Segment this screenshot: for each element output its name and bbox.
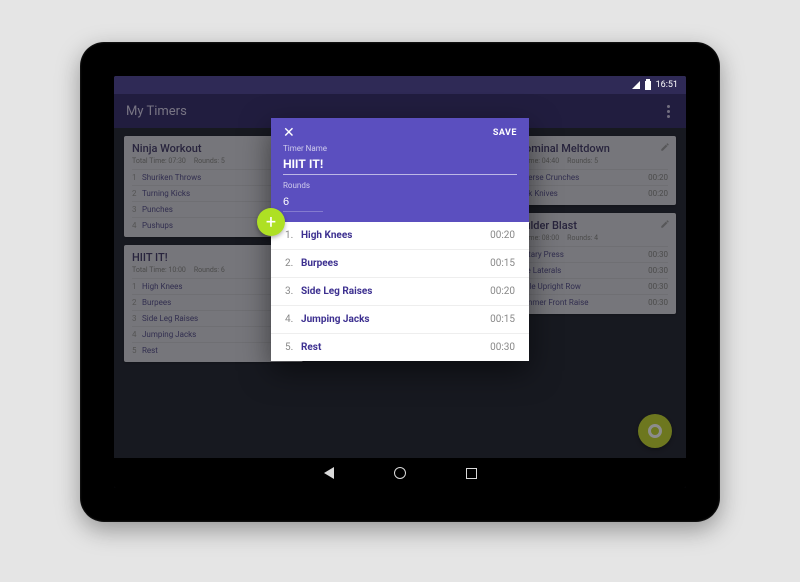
rounds-label: Rounds (283, 181, 517, 190)
save-button[interactable]: SAVE (493, 128, 517, 138)
home-icon[interactable] (394, 467, 406, 479)
status-time: 16:51 (656, 80, 678, 90)
edit-timer-dialog: ✕ SAVE Timer Name Rounds + 1.High Knees0… (271, 118, 529, 361)
back-icon[interactable] (324, 467, 334, 479)
rounds-input[interactable] (283, 194, 323, 212)
interval-row[interactable]: 3.Side Leg Raises00:20 (271, 277, 529, 305)
close-button[interactable]: ✕ (283, 126, 295, 140)
battery-icon (645, 81, 651, 90)
interval-row[interactable]: 2.Burpees00:15 (271, 249, 529, 277)
interval-row[interactable]: 4.Jumping Jacks00:15 (271, 305, 529, 333)
tablet-frame: 16:51 My Timers Ninja Workout Total Time… (80, 42, 720, 522)
screen: 16:51 My Timers Ninja Workout Total Time… (114, 76, 686, 488)
recents-icon[interactable] (466, 468, 477, 479)
add-interval-fab[interactable]: + (257, 208, 285, 236)
interval-row[interactable]: 5.Rest00:30 (271, 333, 529, 361)
status-bar: 16:51 (114, 76, 686, 94)
signal-icon (632, 81, 640, 89)
timer-name-label: Timer Name (283, 144, 517, 153)
android-nav-bar (114, 458, 686, 488)
dialog-header: ✕ SAVE Timer Name Rounds + (271, 118, 529, 222)
interval-row[interactable]: 1.High Knees00:20 (271, 222, 529, 249)
timer-name-input[interactable] (283, 155, 517, 175)
interval-list: 1.High Knees00:20 2.Burpees00:15 3.Side … (271, 222, 529, 361)
